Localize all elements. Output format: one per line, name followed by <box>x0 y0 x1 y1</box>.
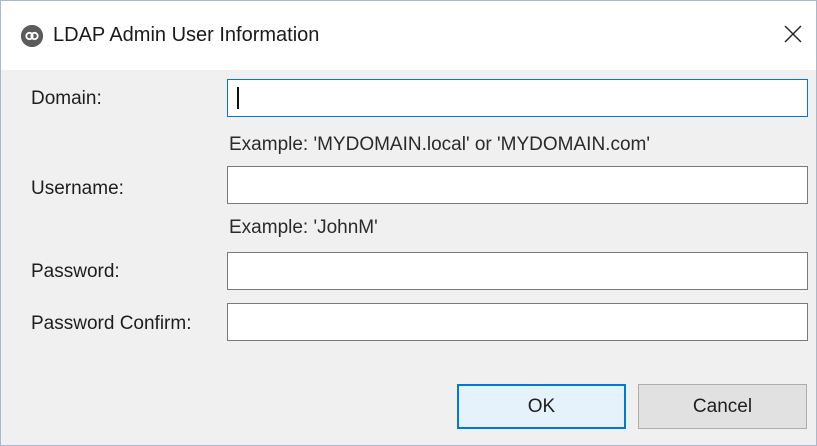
cancel-button[interactable]: Cancel <box>638 384 807 429</box>
domain-example-hint: Example: 'MYDOMAIN.local' or 'MYDOMAIN.c… <box>229 134 650 155</box>
close-icon <box>784 25 802 43</box>
password-label: Password: <box>31 261 120 282</box>
domain-label: Domain: <box>31 88 102 109</box>
ldap-admin-dialog: LDAP Admin User Information Domain: Exam… <box>0 0 817 446</box>
domain-input[interactable] <box>227 79 808 117</box>
close-button[interactable] <box>776 17 810 51</box>
text-caret <box>237 87 239 109</box>
ok-button[interactable]: OK <box>457 384 626 429</box>
username-example-hint: Example: 'JohnM' <box>229 217 378 238</box>
password-confirm-input[interactable] <box>227 303 808 341</box>
app-logo-icon <box>21 25 43 47</box>
username-input[interactable] <box>227 166 808 204</box>
password-confirm-label: Password Confirm: <box>31 313 192 334</box>
username-label: Username: <box>31 178 124 199</box>
title-bar: LDAP Admin User Information <box>1 1 816 70</box>
window-title: LDAP Admin User Information <box>53 24 320 46</box>
password-input[interactable] <box>227 252 808 290</box>
